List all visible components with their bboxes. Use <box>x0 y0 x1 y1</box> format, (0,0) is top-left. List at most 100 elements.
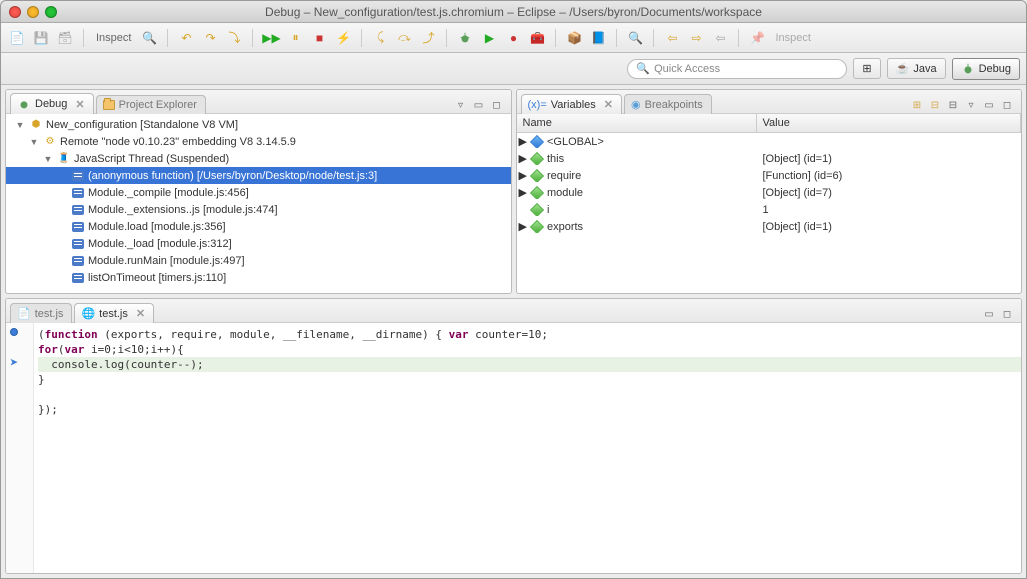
stack-frame[interactable]: Module._compile [module.js:456] <box>6 184 511 201</box>
run-last-button[interactable]: ● <box>503 28 523 48</box>
suspend-button[interactable]: ⏸ <box>285 28 305 48</box>
variable-icon <box>530 203 544 216</box>
step-into-button[interactable]: ⤹ <box>370 28 390 48</box>
stack-frame-icon <box>71 237 85 251</box>
project-explorer-tab[interactable]: Project Explorer <box>96 95 206 114</box>
app-window: Debug – New_configuration/test.js.chromi… <box>0 0 1027 579</box>
show-type-names-icon[interactable]: ⊞ <box>909 97 925 113</box>
variable-row[interactable]: ▶<GLOBAL> <box>517 133 1022 150</box>
editor-panel: 📄 test.js 🌐 test.js ✕ ▭ ◻ ➤ (fun <box>5 298 1022 574</box>
step-return-button[interactable]: ⤴ <box>418 28 438 48</box>
remote-node[interactable]: ▼ ⚙ Remote "node v0.10.23" embedding V8 … <box>6 133 511 150</box>
debug-stack-tree[interactable]: ▼ ⬢ New_configuration [Standalone V8 VM]… <box>6 114 511 293</box>
pin-editor-button[interactable]: 📌 <box>747 28 767 48</box>
stack-frame-icon <box>71 203 85 217</box>
close-icon[interactable]: ✕ <box>604 98 613 111</box>
minimize-view-icon[interactable]: ▭ <box>471 97 487 113</box>
view-menu-icon[interactable]: ▿ <box>453 97 469 113</box>
perspective-strip: 🔍 Quick Access ⊞ ☕ Java Debug <box>1 53 1026 85</box>
column-value[interactable]: Value <box>757 114 1022 132</box>
window-title: Debug – New_configuration/test.js.chromi… <box>1 5 1026 19</box>
save-button[interactable]: 💾 <box>31 28 51 48</box>
java-icon: ☕ <box>896 62 910 75</box>
new-type-button[interactable]: 📘 <box>588 28 608 48</box>
inspect-tree-icon[interactable]: 🔍 <box>139 28 159 48</box>
save-all-button[interactable]: 🗃 <box>55 28 75 48</box>
stack-frame-icon <box>71 254 85 268</box>
editor-tab-active[interactable]: 🌐 test.js ✕ <box>74 303 154 323</box>
column-name[interactable]: Name <box>517 114 757 132</box>
drop-to-frame-button[interactable]: ⤵ <box>224 28 244 48</box>
show-logical-icon[interactable]: ⊟ <box>927 97 943 113</box>
minimize-window-button[interactable] <box>27 6 39 18</box>
editor-tab-inactive[interactable]: 📄 test.js <box>10 303 72 323</box>
main-area: Debug ✕ Project Explorer ▿ ▭ ◻ <box>1 85 1026 578</box>
last-edit-button[interactable]: ⇦ <box>710 28 730 48</box>
new-package-button[interactable]: 📦 <box>564 28 584 48</box>
close-icon[interactable]: ✕ <box>75 98 84 111</box>
variable-row[interactable]: ▶exports [Object] (id=1) <box>517 218 1022 235</box>
stack-frame[interactable]: (anonymous function) [/Users/byron/Deskt… <box>6 167 511 184</box>
debug-dropdown-button[interactable] <box>455 28 475 48</box>
next-edit-button[interactable]: ⇨ <box>686 28 706 48</box>
variable-row[interactable]: ▶this [Object] (id=1) <box>517 150 1022 167</box>
redo-button[interactable]: ↷ <box>200 28 220 48</box>
close-window-button[interactable] <box>9 6 21 18</box>
disconnect-button[interactable]: ⚡ <box>333 28 353 48</box>
debug-perspective-button[interactable]: Debug <box>952 58 1020 80</box>
undo-button[interactable]: ↶ <box>176 28 196 48</box>
stack-frame[interactable]: Module._extensions..js [module.js:474] <box>6 201 511 218</box>
run-dropdown-button[interactable]: ▶ <box>479 28 499 48</box>
code-content[interactable]: (function (exports, require, module, __f… <box>6 323 1021 421</box>
view-menu-icon[interactable]: ▿ <box>963 97 979 113</box>
code-editor[interactable]: ➤ (function (exports, require, module, _… <box>6 323 1021 573</box>
variables-table[interactable]: Name Value ▶<GLOBAL> ▶this [Object] (id=… <box>517 114 1022 293</box>
maximize-view-icon[interactable]: ◻ <box>999 306 1015 322</box>
collapse-all-icon[interactable]: ⊟ <box>945 97 961 113</box>
maximize-view-icon[interactable]: ◻ <box>999 97 1015 113</box>
minimize-view-icon[interactable]: ▭ <box>981 306 997 322</box>
variables-tab[interactable]: (x)= Variables ✕ <box>521 94 623 114</box>
minimize-view-icon[interactable]: ▭ <box>981 97 997 113</box>
thread-node[interactable]: ▼ 🧵 JavaScript Thread (Suspended) <box>6 150 511 167</box>
editor-gutter[interactable]: ➤ <box>6 323 34 573</box>
stack-frame[interactable]: Module._load [module.js:312] <box>6 235 511 252</box>
close-icon[interactable]: ✕ <box>136 307 145 320</box>
folder-icon <box>103 100 115 110</box>
stack-frame[interactable]: listOnTimeout [timers.js:110] <box>6 269 511 286</box>
breakpoints-tab[interactable]: ◉ Breakpoints <box>624 94 712 114</box>
inspect-label[interactable]: Inspect <box>92 32 135 44</box>
titlebar: Debug – New_configuration/test.js.chromi… <box>1 1 1026 23</box>
search-button[interactable]: 🔍 <box>625 28 645 48</box>
resume-button[interactable]: ▶▶ <box>261 28 281 48</box>
variables-panel: (x)= Variables ✕ ◉ Breakpoints ⊞ ⊟ ⊟ ▿ ▭ <box>516 89 1023 294</box>
maximize-view-icon[interactable]: ◻ <box>489 97 505 113</box>
inspect-menu[interactable]: Inspect <box>771 32 814 44</box>
variable-icon <box>530 169 544 182</box>
variable-row[interactable]: ▶i 1 <box>517 201 1022 218</box>
external-tools-button[interactable]: 🧰 <box>527 28 547 48</box>
remote-icon: ⚙ <box>43 135 57 149</box>
step-over-button[interactable]: ⤼ <box>394 28 414 48</box>
launch-config-node[interactable]: ▼ ⬢ New_configuration [Standalone V8 VM] <box>6 116 511 133</box>
thread-icon: 🧵 <box>57 152 71 166</box>
java-perspective-button[interactable]: ☕ Java <box>887 58 946 79</box>
zoom-window-button[interactable] <box>45 6 57 18</box>
quick-access-search[interactable]: 🔍 Quick Access <box>627 59 847 79</box>
new-button[interactable]: 📄 <box>7 28 27 48</box>
bug-icon <box>961 62 975 76</box>
stack-frame-icon <box>71 271 85 285</box>
variable-row[interactable]: ▶require [Function] (id=6) <box>517 167 1022 184</box>
stack-frame[interactable]: Module.runMain [module.js:497] <box>6 252 511 269</box>
quick-access-placeholder: Quick Access <box>654 63 720 75</box>
variable-icon <box>530 152 544 165</box>
variable-row[interactable]: ▶module [Object] (id=7) <box>517 184 1022 201</box>
breakpoint-marker[interactable] <box>10 328 18 336</box>
debug-tab[interactable]: Debug ✕ <box>10 93 94 114</box>
open-perspective-button[interactable]: ⊞ <box>853 58 880 79</box>
stack-frame[interactable]: Module.load [module.js:356] <box>6 218 511 235</box>
main-toolbar: 📄 💾 🗃 Inspect 🔍 ↶ ↷ ⤵ ▶▶ ⏸ ■ ⚡ ⤹ ⤼ ⤴ ▶ ●… <box>1 23 1026 53</box>
terminate-button[interactable]: ■ <box>309 28 329 48</box>
js-file-icon: 🌐 <box>81 307 95 320</box>
prev-edit-button[interactable]: ⇦ <box>662 28 682 48</box>
